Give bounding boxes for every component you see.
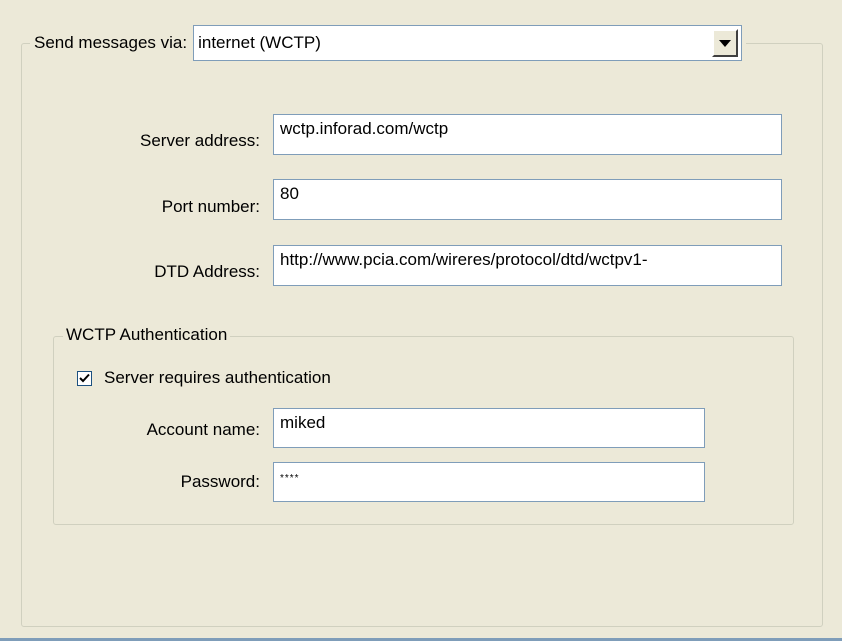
requires-auth-checkbox[interactable] (77, 370, 92, 386)
requires-auth-row[interactable]: Server requires authentication (77, 368, 331, 388)
account-name-input[interactable]: miked (273, 408, 705, 448)
port-number-label: Port number: (161, 197, 260, 216)
requires-auth-label: Server requires authentication (104, 368, 331, 387)
send-via-label: Send messages via: (34, 33, 188, 52)
account-name-label: Account name: (146, 420, 260, 439)
chevron-down-icon (719, 39, 732, 47)
dtd-address-input[interactable]: http://www.pcia.com/wireres/protocol/dtd… (273, 245, 782, 286)
server-address-label: Server address: (140, 131, 260, 150)
port-number-input[interactable]: 80 (273, 179, 782, 220)
dtd-address-label: DTD Address: (154, 262, 260, 281)
checkmark-icon (79, 373, 90, 382)
server-address-input[interactable]: wctp.inforad.com/wctp (273, 114, 782, 155)
wctp-authentication-title: WCTP Authentication (63, 325, 231, 345)
password-input[interactable]: **** (273, 462, 705, 502)
send-via-combobox[interactable]: internet (WCTP) (193, 25, 743, 61)
password-label: Password: (180, 472, 260, 491)
send-via-selected-value: internet (WCTP) (198, 33, 321, 52)
send-via-row: Send messages via: internet (WCTP) (30, 24, 747, 62)
send-via-dropdown-button[interactable] (712, 29, 739, 57)
